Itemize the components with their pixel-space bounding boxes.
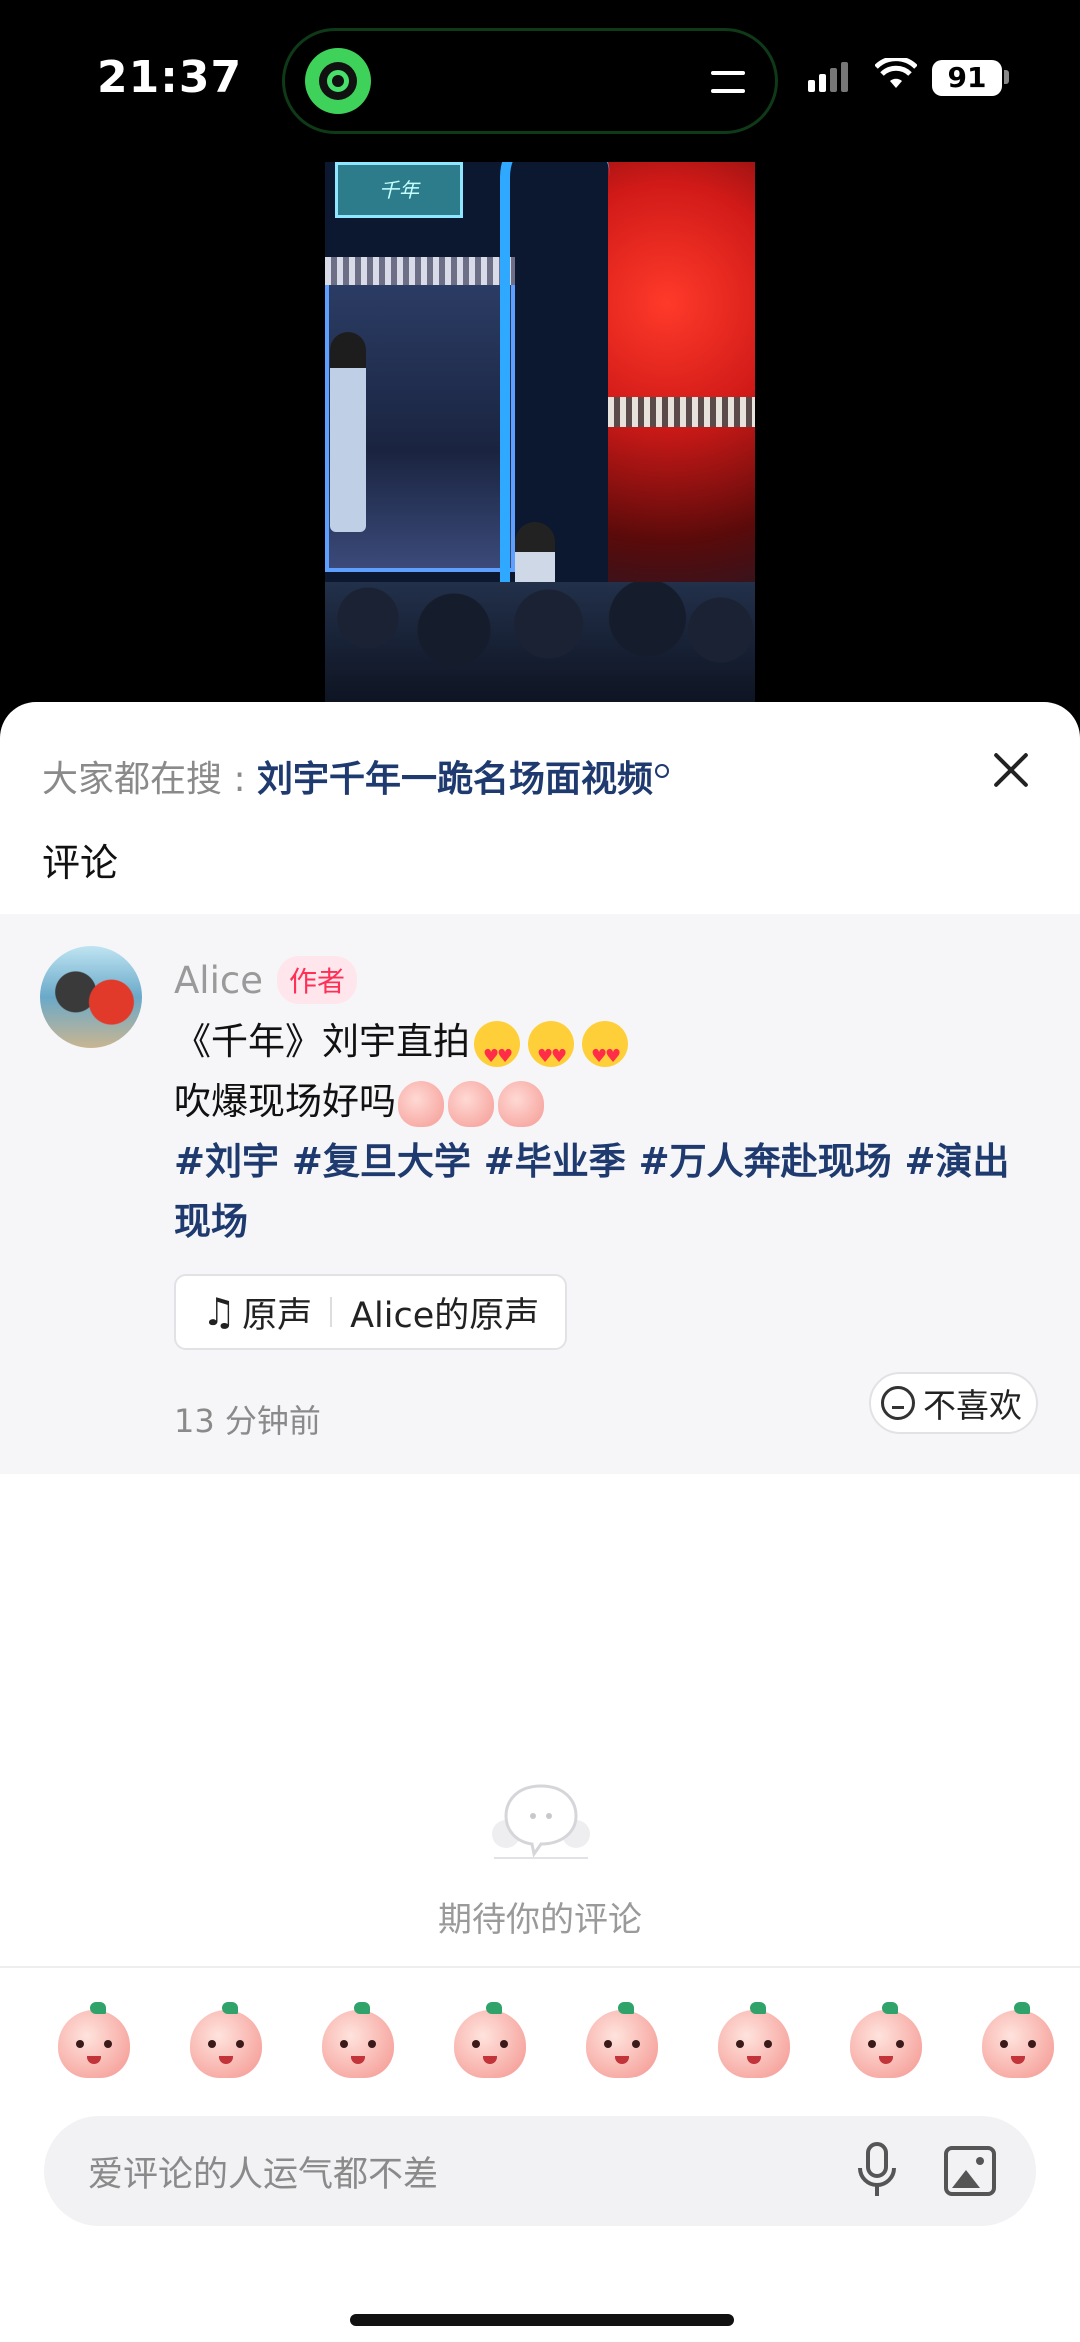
music-label: 原声 [242,1295,313,1336]
peach-sticker-icon [398,1080,444,1127]
post-timestamp: 13 分钟前 [174,1402,321,1440]
battery-indicator: 91 [932,60,1002,96]
chip-divider [330,1297,333,1327]
heart-eyes-emoji-icon [528,1020,574,1087]
comment-input[interactable]: 爱评论的人运气都不差 [44,2116,1036,2226]
author-row: Alice 作者 [174,954,357,1006]
status-time: 21:37 [97,52,243,103]
battery-cap [1004,70,1009,84]
video-crowd [325,582,755,702]
empty-state-text: 期待你的评论 [438,1900,642,1940]
surprised-sticker-icon[interactable] [450,2002,530,2082]
author-badge: 作者 [276,956,357,1004]
video-player[interactable]: 千年 [325,162,755,702]
divider [0,1966,1080,1968]
post-text: 《千年》刘宇直拍 吹爆现场好吗 #刘宇 #复旦大学 #毕业季 #万人奔赴现场 #… [174,1012,1044,1252]
comments-title: 评论 [42,841,119,885]
peach-sticker-icon [448,1080,494,1127]
comments-sheet: 大家都在搜 : 刘宇千年一跪名场面视频 评论 Alice 作者 《千年》刘宇直拍… [0,702,1080,2342]
music-source: Alice的原声 [350,1295,540,1336]
sticker-bar [0,1992,1080,2102]
wifi-icon [875,58,917,88]
home-indicator[interactable] [350,2314,734,2326]
heart-eyes-emoji-icon [474,1020,520,1087]
neutral-face-icon [881,1386,915,1420]
music-note-icon: ♫ [202,1290,237,1334]
sob-sticker-icon[interactable] [714,2002,794,2082]
trending-search-prefix: 大家都在搜 : [42,759,258,800]
kiss-sticker-icon[interactable] [582,2002,662,2082]
trending-search[interactable]: 大家都在搜 : 刘宇千年一跪名场面视频 [42,750,670,802]
empty-comments-icon [492,1784,590,1859]
dynamic-island[interactable] [282,28,778,134]
heart-eyes-emoji-icon [582,1020,628,1087]
video-stage-sign: 千年 [335,162,463,218]
blushing-sticker-icon[interactable] [978,2002,1058,2082]
cellular-signal-icon [808,62,852,92]
peach-sticker-icon [498,1080,544,1127]
smile-sticker-icon[interactable] [186,2002,266,2082]
video-singer-on-screen [330,332,366,532]
dislike-button[interactable]: 不喜欢 [869,1372,1038,1434]
microphone-icon[interactable] [854,2142,900,2200]
author-name[interactable]: Alice [174,959,263,1002]
menu-lines-icon[interactable] [711,71,745,107]
video-roof-left [325,257,515,285]
comment-input-placeholder: 爱评论的人运气都不差 [88,2155,439,2195]
tears-sticker-icon[interactable] [318,2002,398,2082]
dislike-label: 不喜欢 [923,1386,1022,1425]
shy-sticker-icon[interactable] [846,2002,926,2082]
green-app-icon[interactable] [305,48,371,114]
post-line-2: 吹爆现场好吗 [174,1080,396,1123]
author-post: Alice 作者 《千年》刘宇直拍 吹爆现场好吗 #刘宇 #复旦大学 #毕业季 … [0,914,1080,1474]
hashtags[interactable]: #刘宇 #复旦大学 #毕业季 #万人奔赴现场 #演出现场 [174,1132,1044,1252]
post-line-1: 《千年》刘宇直拍 [174,1020,470,1063]
close-button[interactable] [984,742,1040,798]
trending-search-query[interactable]: 刘宇千年一跪名场面视频 [257,759,653,800]
status-bar: 21:37 91 [0,0,1080,150]
image-icon[interactable] [944,2146,996,2196]
crying-sticker-icon[interactable] [54,2002,134,2082]
avatar[interactable] [40,946,142,1048]
search-icon [655,764,670,778]
music-chip[interactable]: ♫ 原声 Alice的原声 [174,1274,568,1350]
video-roof-right [608,397,755,427]
